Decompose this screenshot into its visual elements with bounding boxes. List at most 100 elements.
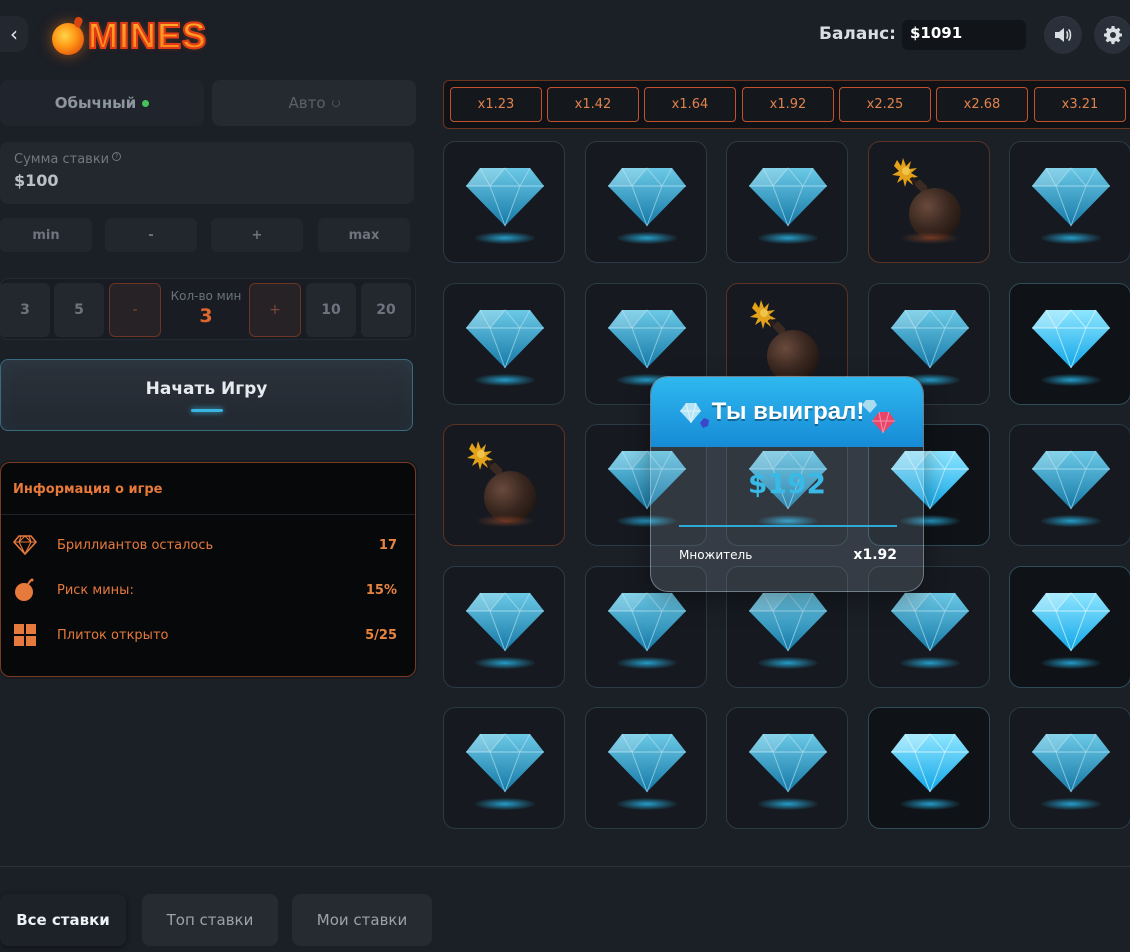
tab-all-bets[interactable]: Все ставки (0, 894, 126, 946)
mines-option-5[interactable]: 5 (54, 283, 104, 337)
tab-auto[interactable]: Авто (212, 80, 416, 126)
grid-icon (13, 623, 37, 647)
win-popup: Ты выиграл! $192 Множитель x1.92 (650, 376, 924, 592)
sound-button[interactable] (1044, 16, 1082, 54)
info-row-value: 5/25 (365, 627, 397, 643)
tile-glow (475, 798, 535, 810)
bet-max-button[interactable]: max (318, 218, 410, 252)
multiplier-strip: x1.23 x1.42 x1.64 x1.92 x2.25 x2.68 x3.2… (443, 80, 1130, 129)
multiplier-chip: x1.42 (547, 87, 639, 122)
tile-glow (617, 657, 677, 669)
tile-gem[interactable] (1009, 424, 1130, 546)
info-row-label: Бриллиантов осталось (57, 537, 214, 553)
tile-gem[interactable] (1009, 141, 1130, 263)
mines-option-3[interactable]: 3 (0, 283, 50, 337)
bet-increase-button[interactable]: + (211, 218, 303, 252)
mines-selector: 3 5 - Кол-во мин 3 + 10 20 (0, 278, 416, 340)
speaker-icon (1055, 28, 1072, 42)
mines-option-20[interactable]: 20 (361, 283, 411, 337)
tile-gem[interactable] (585, 707, 707, 829)
diamond-icon (1032, 592, 1110, 652)
start-game-button[interactable]: Начать Игру (0, 359, 413, 431)
tile-glow (900, 798, 960, 810)
start-game-label: Начать Игру (145, 378, 268, 399)
diamond-icon (1032, 733, 1110, 793)
diamond-icon (13, 533, 37, 557)
diamond-icon (1032, 167, 1110, 227)
win-title: Ты выиграл! (711, 398, 865, 425)
multiplier-chip: x1.64 (644, 87, 736, 122)
tile-gem[interactable] (1009, 566, 1130, 688)
tile-bomb[interactable] (443, 424, 565, 546)
multiplier-chip: x1.92 (742, 87, 834, 122)
tile-gem[interactable] (868, 707, 990, 829)
tile-gem[interactable] (1009, 283, 1130, 405)
tab-normal-label: Обычный (54, 94, 137, 112)
tile-gem[interactable] (726, 141, 848, 263)
tab-my-bets[interactable]: Мои ставки (292, 894, 432, 946)
tile-glow (475, 657, 535, 669)
info-row-value: 17 (378, 537, 397, 553)
info-row-risk: Риск мины: 15% (1, 575, 415, 605)
logo-text: MINES (87, 14, 208, 57)
diamond-icon (891, 733, 969, 793)
tile-gem[interactable] (443, 707, 565, 829)
tab-auto-label: Авто (288, 94, 326, 112)
info-row-tiles: Плиток открыто 5/25 (1, 620, 415, 650)
mines-count-label: Кол-во мин (170, 289, 242, 303)
tile-glow (1041, 798, 1101, 810)
tile-glow (1041, 515, 1101, 527)
tile-glow (617, 798, 677, 810)
diamond-icon (466, 309, 544, 369)
info-row-label: Риск мины: (57, 582, 134, 598)
fire-ball-icon (52, 23, 84, 55)
tile-gem[interactable] (443, 283, 565, 405)
back-button[interactable]: ‹ (0, 16, 28, 52)
bet-value[interactable]: $100 (14, 171, 400, 190)
active-dot-icon (142, 99, 150, 107)
win-multiplier-row: Множитель x1.92 (679, 547, 897, 563)
tab-normal[interactable]: Обычный (0, 80, 204, 126)
bet-label: Сумма ставки? (14, 152, 400, 167)
tile-glow (758, 657, 818, 669)
mines-count-value: 3 (199, 305, 213, 327)
balance-value: $1091 (902, 20, 1026, 50)
tile-gem[interactable] (1009, 707, 1130, 829)
diamond-icon (608, 309, 686, 369)
multiplier-chip: x3.21 (1034, 87, 1126, 122)
tab-top-bets[interactable]: Топ ставки (142, 894, 278, 946)
diamond-icon (749, 733, 827, 793)
chevron-left-icon: ‹ (10, 22, 18, 46)
bet-amount-field[interactable]: Сумма ставки? $100 (0, 142, 414, 204)
balance-label: Баланс: (819, 24, 896, 44)
tile-gem[interactable] (585, 141, 707, 263)
bet-decrease-button[interactable]: - (105, 218, 197, 252)
settings-button[interactable] (1094, 16, 1130, 54)
win-multiplier-value: x1.92 (853, 547, 897, 563)
diamond-icon (1032, 309, 1110, 369)
diamond-icon (891, 592, 969, 652)
mines-option-10[interactable]: 10 (306, 283, 356, 337)
multiplier-chip: x1.23 (450, 87, 542, 122)
bet-min-button[interactable]: min (0, 218, 92, 252)
win-divider (679, 525, 897, 527)
tile-gem[interactable] (726, 707, 848, 829)
info-row-gems: Бриллиантов осталось 17 (1, 530, 415, 560)
gem-decor-icon (862, 400, 896, 434)
mines-increase-button[interactable]: + (249, 283, 301, 337)
win-amount: $192 (748, 467, 826, 500)
tile-glow (475, 515, 535, 527)
tile-gem[interactable] (443, 566, 565, 688)
gem-decor-icon (679, 402, 709, 428)
tile-bomb[interactable] (868, 141, 990, 263)
multiplier-chip: x2.25 (839, 87, 931, 122)
diamond-icon (466, 592, 544, 652)
tile-glow (1041, 232, 1101, 244)
mines-decrease-button[interactable]: - (109, 283, 161, 337)
diamond-icon (891, 309, 969, 369)
info-icon: ? (112, 152, 122, 161)
bomb-icon (13, 578, 37, 602)
tile-glow (475, 232, 535, 244)
tile-glow (758, 232, 818, 244)
tile-gem[interactable] (443, 141, 565, 263)
